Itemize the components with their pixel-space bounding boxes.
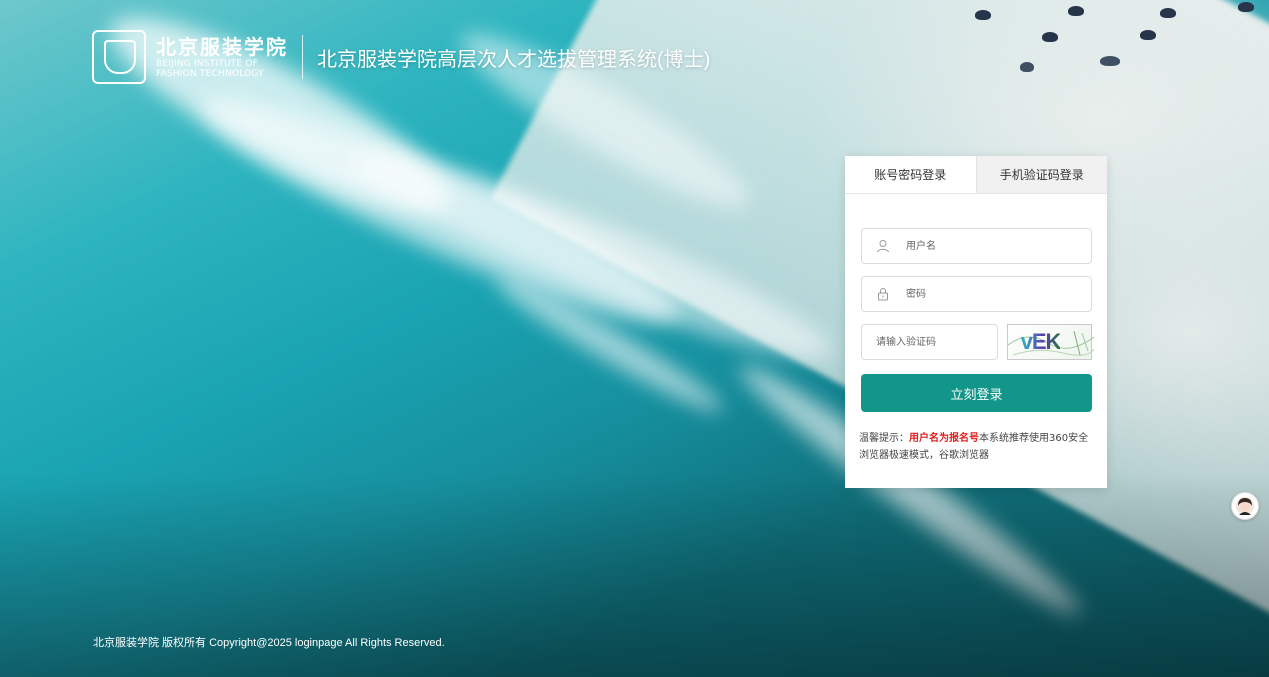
header-divider bbox=[302, 35, 303, 79]
logo-en-line1: BEIJING INSTITUTE OF bbox=[156, 59, 259, 69]
login-panel: 账号密码登录 手机验证码登录 用户名 请输入验证码 vEK 立刻登录 温馨提示：… bbox=[845, 156, 1107, 488]
copyright-footer: 北京服装学院 版权所有 Copyright@2025 loginpage All… bbox=[93, 637, 445, 649]
login-tabs: 账号密码登录 手机验证码登录 bbox=[845, 156, 1107, 194]
login-form: vEK 立刻登录 bbox=[845, 194, 1107, 412]
captcha-image[interactable]: vEK bbox=[1007, 324, 1094, 360]
captcha-input[interactable] bbox=[861, 324, 998, 360]
system-title: 北京服装学院高层次人才选拔管理系统(博士) bbox=[317, 48, 711, 71]
password-input[interactable] bbox=[904, 287, 1078, 301]
tip-prefix: 温馨提示： bbox=[859, 433, 909, 444]
tab-sms-code[interactable]: 手机验证码登录 bbox=[975, 156, 1107, 193]
username-field[interactable] bbox=[861, 228, 1092, 264]
captcha-row: vEK bbox=[861, 324, 1094, 360]
school-logo-icon bbox=[92, 30, 146, 84]
login-button[interactable]: 立刻登录 bbox=[861, 374, 1092, 412]
user-icon bbox=[877, 240, 889, 253]
logo-cn-name: 北京服装学院 bbox=[156, 35, 288, 59]
tab-account-password[interactable]: 账号密码登录 bbox=[845, 156, 976, 193]
school-logo-text: 北京服装学院 BEIJING INSTITUTE OF FASHION TECH… bbox=[156, 35, 288, 79]
logo-en-line2: FASHION TECHNOLOGY bbox=[156, 69, 264, 79]
support-avatar-icon[interactable] bbox=[1231, 492, 1259, 520]
captcha-text: vEK bbox=[1020, 329, 1062, 354]
password-field[interactable] bbox=[861, 276, 1092, 312]
login-tip: 温馨提示：用户名为报名号本系统推荐使用360安全浏览器极速模式，谷歌浏览器 bbox=[845, 412, 1107, 464]
site-header: 北京服装学院 BEIJING INSTITUTE OF FASHION TECH… bbox=[92, 30, 710, 84]
tip-highlight: 用户名为报名号 bbox=[909, 433, 979, 444]
username-input[interactable] bbox=[904, 239, 1078, 253]
lock-icon bbox=[878, 288, 888, 301]
